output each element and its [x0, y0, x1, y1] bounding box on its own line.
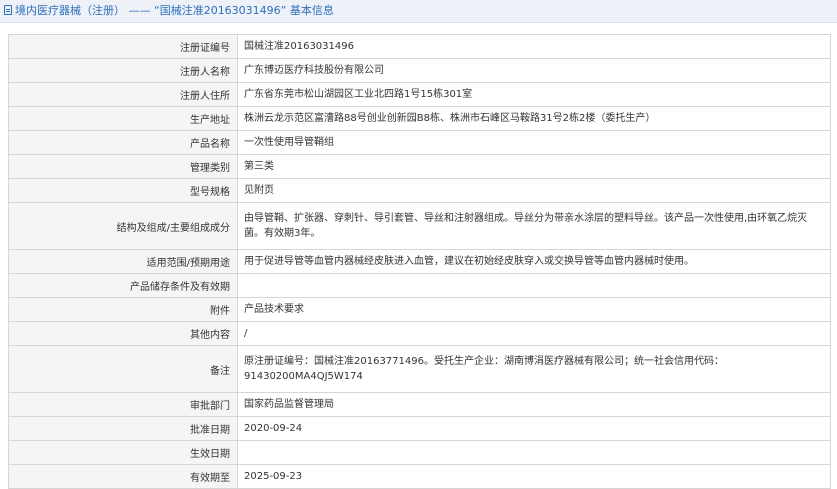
info-table-wrapper: 注册证编号 国械注准20163031496 注册人名称 广东博迈医疗科技股份有限…	[8, 34, 831, 489]
row-value: 2020-09-24	[237, 416, 831, 441]
row-value: 用于促进导管等血管内器械经皮肤进入血管，建议在初始经皮肤穿入或交换导管等血管内器…	[237, 249, 831, 274]
row-value: 广东省东莞市松山湖园区工业北四路1号15栋301室	[237, 82, 831, 107]
table-row: 结构及组成/主要组成成分 由导管鞘、扩张器、穿刺针、导引套管、导丝和注射器组成。…	[8, 202, 831, 250]
row-value: 株洲云龙示范区富漕路88号创业创新园B8栋、株洲市石峰区马鞍路31号2栋2楼（委…	[237, 106, 831, 131]
row-label: 审批部门	[8, 392, 238, 417]
row-value: 广东博迈医疗科技股份有限公司	[237, 58, 831, 83]
row-value: 第三类	[237, 154, 831, 179]
row-label: 适用范围/预期用途	[8, 249, 238, 274]
row-value: 由导管鞘、扩张器、穿刺针、导引套管、导丝和注射器组成。导丝分为带亲水涂层的塑料导…	[237, 202, 831, 250]
row-value: 一次性使用导管鞘组	[237, 130, 831, 155]
table-row: 生产地址 株洲云龙示范区富漕路88号创业创新园B8栋、株洲市石峰区马鞍路31号2…	[8, 106, 831, 131]
page-title-bar: 境内医疗器械（注册） —— “国械注准20163031496” 基本信息	[0, 0, 837, 23]
row-value	[237, 273, 831, 298]
row-label: 型号规格	[8, 178, 238, 203]
table-row: 附件 产品技术要求	[8, 297, 831, 322]
row-label: 产品名称	[8, 130, 238, 155]
table-row: 有效期至 2025-09-23	[8, 464, 831, 489]
row-label: 有效期至	[8, 464, 238, 489]
row-label: 批准日期	[8, 416, 238, 441]
table-row: 管理类别 第三类	[8, 154, 831, 179]
row-value: 见附页	[237, 178, 831, 203]
row-value: 原注册证编号：国械注准20163771496。受托生产企业：湖南博涓医疗器械有限…	[237, 345, 831, 393]
table-row: 型号规格 见附页	[8, 178, 831, 203]
row-value	[237, 440, 831, 465]
row-label: 生效日期	[8, 440, 238, 465]
table-row: 备注 原注册证编号：国械注准20163771496。受托生产企业：湖南博涓医疗器…	[8, 345, 831, 393]
row-label: 注册人住所	[8, 82, 238, 107]
row-value: 国家药品监督管理局	[237, 392, 831, 417]
row-value: 产品技术要求	[237, 297, 831, 322]
table-row: 审批部门 国家药品监督管理局	[8, 392, 831, 417]
page-title: 境内医疗器械（注册） —— “国械注准20163031496” 基本信息	[15, 4, 334, 17]
info-table: 注册证编号 国械注准20163031496 注册人名称 广东博迈医疗科技股份有限…	[8, 34, 831, 489]
row-value: /	[237, 321, 831, 346]
row-label: 结构及组成/主要组成成分	[8, 202, 238, 250]
table-row: 生效日期	[8, 440, 831, 465]
table-row: 产品名称 一次性使用导管鞘组	[8, 130, 831, 155]
row-label: 生产地址	[8, 106, 238, 131]
row-label: 其他内容	[8, 321, 238, 346]
row-label: 管理类别	[8, 154, 238, 179]
row-value: 2025-09-23	[237, 464, 831, 489]
row-label: 注册证编号	[8, 34, 238, 59]
table-row: 注册人住所 广东省东莞市松山湖园区工业北四路1号15栋301室	[8, 82, 831, 107]
table-row: 适用范围/预期用途 用于促进导管等血管内器械经皮肤进入血管，建议在初始经皮肤穿入…	[8, 249, 831, 274]
table-row: 产品储存条件及有效期	[8, 273, 831, 298]
row-label: 注册人名称	[8, 58, 238, 83]
table-row: 注册人名称 广东博迈医疗科技股份有限公司	[8, 58, 831, 83]
table-row: 注册证编号 国械注准20163031496	[8, 34, 831, 59]
document-icon	[4, 5, 12, 15]
row-value: 国械注准20163031496	[237, 34, 831, 59]
row-label: 附件	[8, 297, 238, 322]
table-row: 其他内容 /	[8, 321, 831, 346]
row-label: 产品储存条件及有效期	[8, 273, 238, 298]
table-row: 批准日期 2020-09-24	[8, 416, 831, 441]
row-label: 备注	[8, 345, 238, 393]
